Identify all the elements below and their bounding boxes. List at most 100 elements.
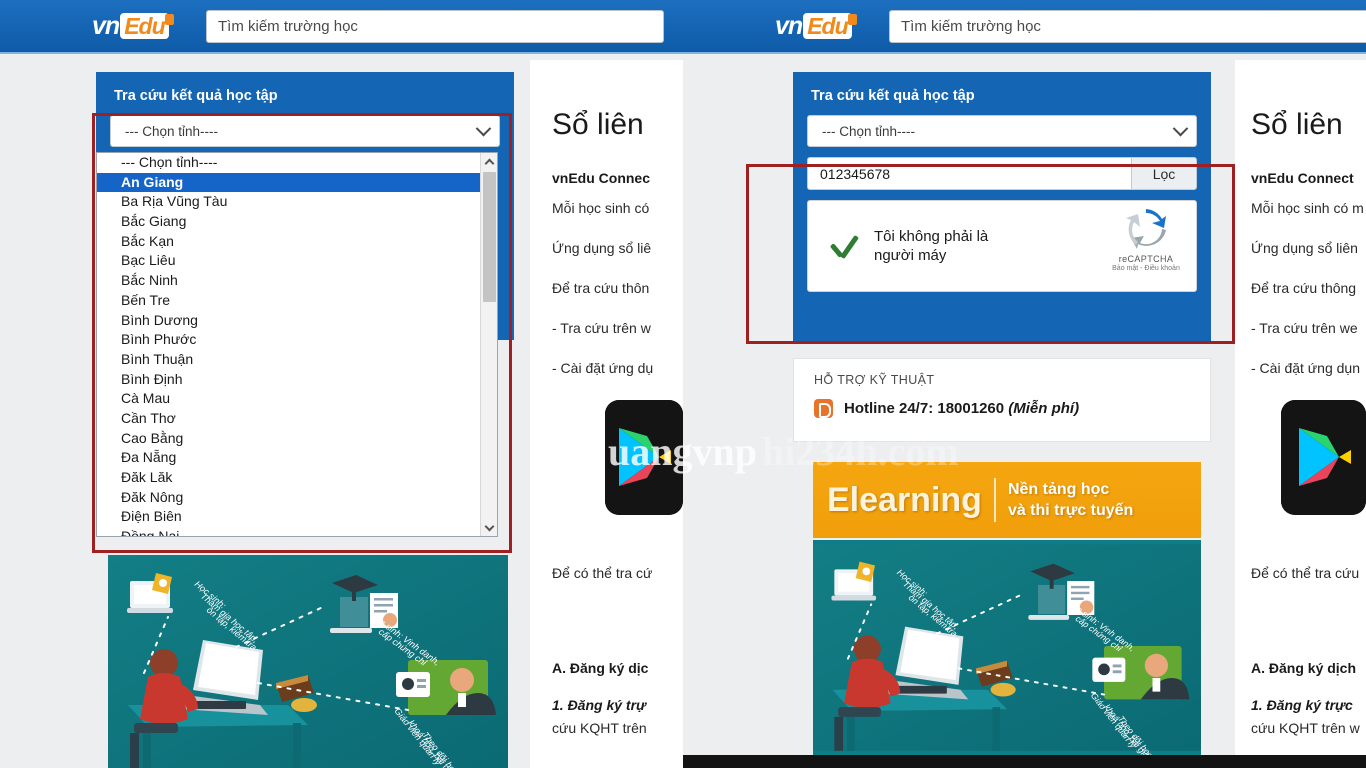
- province-option[interactable]: Đăk Lăk: [97, 468, 497, 488]
- article-p5: - Cài đặt ứng dụn: [1251, 360, 1360, 376]
- infographic-right: Học sinh: Tham gia học tập, ôn tập, kiểm…: [813, 540, 1201, 755]
- lookup-card-title: Tra cứu kết quả học tập: [114, 88, 278, 104]
- province-option[interactable]: Đăk Nông: [97, 488, 497, 508]
- vnedu-logo[interactable]: vn Edu: [775, 10, 857, 42]
- infographic-left: Học sinh: Tham gia học tập, ôn tập, kiểm…: [108, 555, 508, 768]
- logo-edu-text: Edu: [120, 13, 169, 39]
- article-bold-line: vnEdu Connect: [1251, 170, 1354, 186]
- province-option[interactable]: Bạc Liêu: [97, 251, 497, 271]
- province-dropdown-list[interactable]: --- Chọn tỉnh---- An Giang Ba Rịa Vũng T…: [96, 152, 498, 537]
- province-option[interactable]: Ba Rịa Vũng Tàu: [97, 192, 497, 212]
- province-option[interactable]: Bình Thuận: [97, 350, 497, 370]
- province-option[interactable]: Bình Định: [97, 370, 497, 390]
- article-p7: cứu KQHT trên: [552, 720, 647, 736]
- province-option-selected[interactable]: An Giang: [97, 172, 497, 193]
- article-p1: Mỗi học sinh có: [552, 200, 650, 216]
- article-p4: - Tra cứu trên we: [1251, 320, 1358, 336]
- screenshot-root: vn Edu Tìm kiếm trường học Sổ liên vnEdu…: [0, 0, 1366, 768]
- elearning-line-2: và thi trực tuyến: [1007, 502, 1134, 519]
- student-code-input[interactable]: 012345678: [807, 157, 1131, 190]
- school-search-input[interactable]: Tìm kiếm trường học: [206, 10, 664, 43]
- filter-row: 012345678 Lọc: [807, 157, 1197, 190]
- province-option[interactable]: --- Chọn tỉnh----: [97, 153, 497, 173]
- green-check-icon[interactable]: [830, 233, 860, 259]
- support-title: HỖ TRỢ KỸ THUẬT: [814, 373, 935, 387]
- recaptcha-branding: reCAPTCHA Bảo mật - Điều khoản: [1106, 209, 1186, 272]
- province-option[interactable]: Bắc Kạn: [97, 232, 497, 252]
- hotline-text: Hotline 24/7: 18001260 (Miễn phí): [844, 400, 1079, 417]
- article-p2: Ứng dụng sổ liên: [1251, 240, 1358, 256]
- vnedu-logo[interactable]: vn Edu: [92, 10, 174, 42]
- filter-button[interactable]: Lọc: [1131, 157, 1197, 190]
- search-placeholder-text: Tìm kiếm trường học: [901, 18, 1041, 35]
- article-p3: Để tra cứu thông: [1251, 280, 1357, 296]
- article-p7: cứu KQHT trên w: [1251, 720, 1360, 736]
- left-top-bar: vn Edu Tìm kiếm trường học: [0, 0, 683, 54]
- province-option[interactable]: Bắc Giang: [97, 212, 497, 232]
- logo-cap-icon: [847, 13, 857, 25]
- province-option[interactable]: Cao Bằng: [97, 429, 497, 449]
- province-option[interactable]: Bắc Ninh: [97, 271, 497, 291]
- elearning-divider: [993, 478, 996, 522]
- google-play-icon-right[interactable]: [1281, 400, 1366, 515]
- bottom-black-strip: [683, 755, 1366, 768]
- province-option[interactable]: Bình Phước: [97, 330, 497, 350]
- article-p5: - Cài đặt ứng dụ: [552, 360, 654, 376]
- article-p3: Để tra cứu thôn: [552, 280, 650, 296]
- chevron-down-icon: [1172, 120, 1189, 136]
- article-item-1: 1. Đăng ký trực: [1251, 697, 1353, 713]
- province-option[interactable]: Đa Nẵng: [97, 448, 497, 468]
- province-select-value: --- Chọn tỉnh----: [125, 123, 219, 139]
- hotline-note: (Miễn phí): [1008, 400, 1080, 417]
- right-top-bar: vn Edu Tìm kiếm trường học: [683, 0, 1366, 54]
- article-heading: Sổ liên: [1251, 108, 1343, 141]
- province-option[interactable]: Đồng Nai: [97, 527, 497, 536]
- province-option[interactable]: Điện Biên: [97, 507, 497, 527]
- province-option[interactable]: Bến Tre: [97, 291, 497, 311]
- phone-icon: [814, 399, 833, 418]
- recaptcha-brand-text: reCAPTCHA: [1118, 254, 1174, 264]
- province-select-value: --- Chọn tỉnh----: [822, 123, 916, 139]
- recaptcha-brand-subtext: Bảo mật - Điều khoản: [1112, 265, 1180, 272]
- dropdown-scrollbar[interactable]: [480, 153, 497, 536]
- scrollbar-thumb[interactable]: [483, 172, 496, 302]
- filter-button-label: Lọc: [1152, 165, 1176, 182]
- elearning-banner[interactable]: Elearning Nền tảng học và thi trực tuyến: [813, 462, 1201, 538]
- elearning-line-1: Nền tảng học: [1007, 481, 1110, 498]
- article-heading: Sổ liên: [552, 108, 644, 141]
- recaptcha-widget[interactable]: Tôi không phải là người máy reCAPTCHA Bả…: [807, 200, 1197, 292]
- article-p4: - Tra cứu trên w: [552, 320, 651, 336]
- student-code-value: 012345678: [820, 165, 891, 182]
- province-select-right[interactable]: --- Chọn tỉnh----: [807, 115, 1197, 147]
- article-section-a: A. Đăng ký dịc: [552, 660, 649, 676]
- province-option[interactable]: Bình Dương: [97, 311, 497, 331]
- province-option[interactable]: Cà Mau: [97, 389, 497, 409]
- right-screenshot-half: vn Edu Tìm kiếm trường học Sổ liên vnEdu…: [683, 0, 1366, 768]
- left-screenshot-half: vn Edu Tìm kiếm trường học Sổ liên vnEdu…: [0, 0, 683, 768]
- lookup-card-title: Tra cứu kết quả học tập: [811, 88, 975, 104]
- chevron-down-icon: [475, 120, 492, 136]
- support-card: HỖ TRỢ KỸ THUẬT Hotline 24/7: 18001260 (…: [793, 358, 1211, 442]
- recaptcha-label: Tôi không phải là người máy: [874, 228, 989, 264]
- lookup-card-right: Tra cứu kết quả học tập --- Chọn tỉnh---…: [793, 72, 1211, 344]
- article-p6: Để có thể tra cứ: [552, 565, 653, 581]
- province-option-scroll[interactable]: --- Chọn tỉnh---- An Giang Ba Rịa Vũng T…: [97, 153, 497, 536]
- article-p6: Để có thể tra cứu: [1251, 565, 1360, 581]
- google-play-icon-left[interactable]: [605, 400, 683, 515]
- article-section-a: A. Đăng ký dịch: [1251, 660, 1357, 676]
- province-select-left[interactable]: --- Chọn tỉnh----: [110, 115, 500, 147]
- search-placeholder-text: Tìm kiếm trường học: [218, 18, 358, 35]
- article-bold-line: vnEdu Connec: [552, 170, 651, 186]
- scroll-up-arrow-icon[interactable]: [481, 153, 497, 170]
- article-p1: Mỗi học sinh có m: [1251, 200, 1364, 216]
- article-p2: Ứng dụng sổ liê: [552, 240, 652, 256]
- logo-vn-text: vn: [92, 11, 120, 40]
- school-search-input[interactable]: Tìm kiếm trường học: [889, 10, 1366, 43]
- article-item-1: 1. Đăng ký trự: [552, 697, 647, 713]
- logo-vn-text: vn: [775, 11, 803, 40]
- scroll-down-arrow-icon[interactable]: [481, 519, 497, 536]
- recaptcha-logo-icon: [1122, 209, 1170, 253]
- elearning-title: Elearning: [827, 480, 982, 519]
- logo-edu-text: Edu: [803, 13, 852, 39]
- province-option[interactable]: Cần Thơ: [97, 409, 497, 429]
